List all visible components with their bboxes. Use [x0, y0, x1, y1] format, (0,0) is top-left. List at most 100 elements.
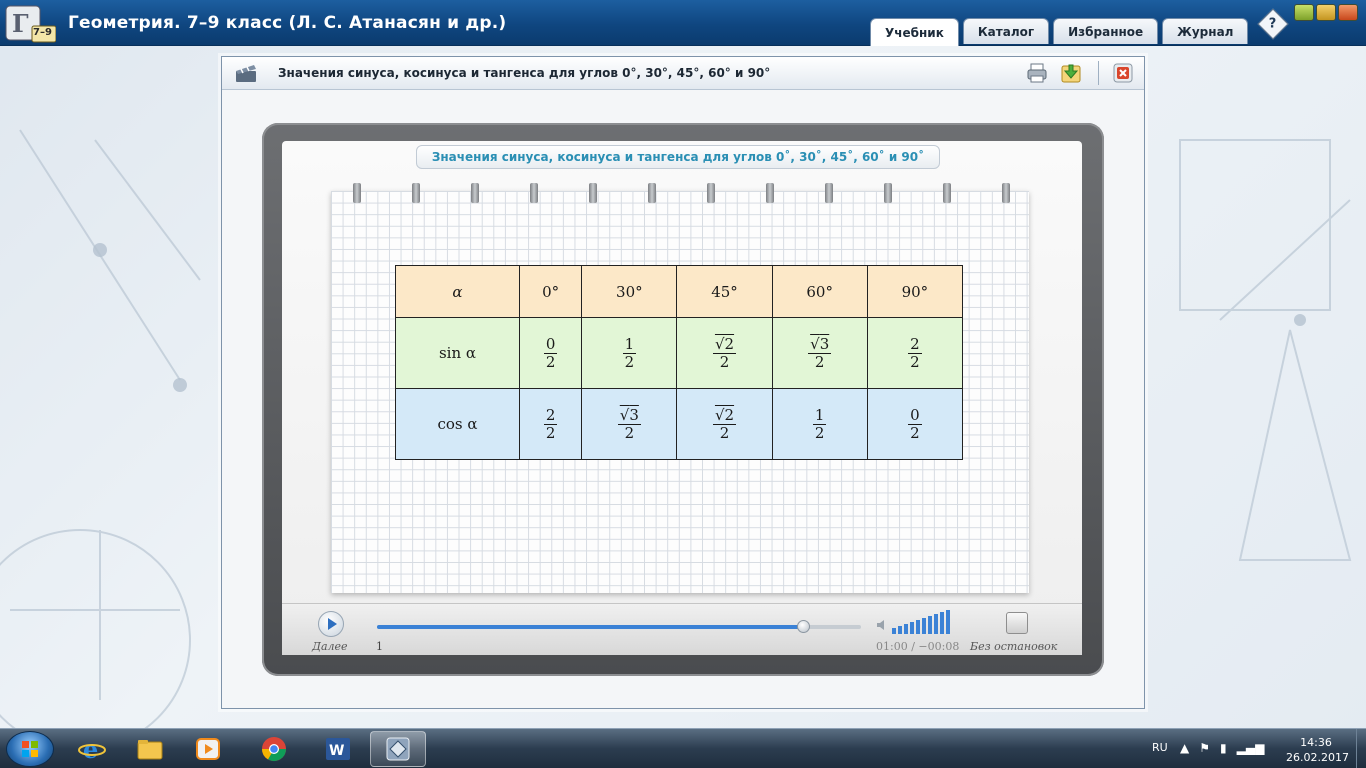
- volume-bar: [898, 626, 902, 634]
- network-signal-icon[interactable]: ▂▄▆: [1237, 741, 1265, 755]
- geometry-app-icon: [386, 737, 410, 761]
- fraction-value: 32: [617, 406, 641, 443]
- battery-icon[interactable]: ▮: [1220, 741, 1227, 755]
- start-button[interactable]: [6, 731, 54, 767]
- folder-icon: [137, 740, 163, 760]
- table-header-row: α 0° 30° 45° 60° 90°: [395, 265, 964, 318]
- close-icon[interactable]: [1112, 62, 1134, 84]
- help-icon: ?: [1269, 16, 1277, 32]
- dialog-header: Значения синуса, косинуса и тангенса для…: [222, 57, 1144, 90]
- show-desktop-button[interactable]: [1356, 729, 1366, 768]
- volume-bar: [934, 614, 938, 634]
- volume-bar: [940, 612, 944, 634]
- dialog-title: Значения синуса, косинуса и тангенса для…: [278, 66, 771, 80]
- svg-text:W: W: [329, 743, 344, 759]
- help-button[interactable]: ?: [1257, 8, 1289, 40]
- sin-value-cell: 22: [866, 317, 964, 389]
- fraction-value: 22: [543, 405, 558, 442]
- tab-favorites[interactable]: Избранное: [1053, 18, 1159, 44]
- taskbar-geometry-app[interactable]: [370, 731, 426, 767]
- taskbar-media-player[interactable]: [180, 731, 236, 767]
- angle-cell: 90°: [866, 265, 964, 318]
- fraction-value: 22: [908, 334, 922, 371]
- sin-value-cell: 32: [771, 317, 868, 389]
- progress-fill: [377, 625, 803, 629]
- taskbar-internet-explorer[interactable]: e: [64, 731, 120, 767]
- fraction-value: 02: [908, 405, 922, 442]
- cos-value-cell: 12: [771, 388, 868, 460]
- film-clapper-icon: [236, 65, 256, 82]
- speaker-icon[interactable]: [876, 619, 888, 631]
- cos-row: cos α 22 32 22 12 02: [395, 388, 964, 460]
- whiteboard-surface: Значения синуса, косинуса и тангенса для…: [282, 141, 1082, 655]
- whiteboard: Значения синуса, косинуса и тангенса для…: [262, 123, 1104, 676]
- word-icon: W: [326, 738, 350, 760]
- play-next-button[interactable]: [318, 611, 344, 637]
- sin-value-cell: 22: [676, 317, 773, 389]
- internet-explorer-icon: e: [78, 736, 106, 762]
- binder-ring: [825, 183, 833, 203]
- binder-ring: [353, 183, 361, 203]
- next-label: Далее: [312, 640, 348, 653]
- minimize-button[interactable]: [1294, 4, 1314, 21]
- volume-bar: [946, 610, 950, 634]
- binder-ring: [766, 183, 774, 203]
- close-window-button[interactable]: [1338, 4, 1358, 21]
- taskbar: e W RU ▲ ⚑ ▮ ▂▄▆ 14:36 26.02.2017: [0, 728, 1366, 768]
- header-separator: [1098, 61, 1099, 85]
- binder-ring: [471, 183, 479, 203]
- content-dialog: Значения синуса, косинуса и тангенса для…: [221, 56, 1145, 709]
- grid-paper-sheet: α 0° 30° 45° 60° 90° sin α 02 12 22 32 2…: [331, 183, 1029, 593]
- language-indicator[interactable]: RU: [1152, 741, 1168, 754]
- volume-bar: [916, 620, 920, 634]
- volume-control[interactable]: [892, 608, 950, 634]
- progress-knob[interactable]: [796, 620, 810, 633]
- volume-bar: [892, 628, 896, 634]
- app-title: Геометрия. 7–9 класс (Л. С. Атанасян и д…: [68, 13, 507, 33]
- binder-ring: [884, 183, 892, 203]
- angle-cell: 30°: [581, 265, 678, 318]
- window-controls: [1294, 4, 1358, 21]
- binder-ring: [1002, 183, 1010, 203]
- time-display: 01:00 / −00:08: [876, 640, 960, 653]
- maximize-button[interactable]: [1316, 4, 1336, 21]
- sin-value-cell: 02: [518, 317, 583, 389]
- tab-catalog[interactable]: Каталог: [962, 18, 1050, 44]
- binder-ring: [707, 183, 715, 203]
- trig-values-table: α 0° 30° 45° 60° 90° sin α 02 12 22 32 2…: [395, 265, 964, 460]
- fraction-value: 02: [543, 334, 558, 371]
- board-title: Значения синуса, косинуса и тангенса для…: [416, 145, 940, 169]
- svg-text:e: e: [83, 736, 98, 762]
- flag-icon[interactable]: ⚑: [1199, 741, 1210, 755]
- taskbar-explorer[interactable]: [122, 731, 178, 767]
- cos-value-cell: 02: [866, 388, 964, 460]
- media-player-icon: [196, 738, 220, 760]
- print-icon[interactable]: [1026, 62, 1048, 84]
- app-header: Г 7–9 Геометрия. 7–9 класс (Л. С. Атанас…: [0, 0, 1366, 46]
- angle-cell: 45°: [676, 265, 773, 318]
- taskbar-word[interactable]: W: [310, 731, 366, 767]
- sin-row: sin α 02 12 22 32 22: [395, 317, 964, 389]
- binder-ring: [589, 183, 597, 203]
- show-hidden-icons-icon[interactable]: ▲: [1180, 741, 1189, 755]
- system-clock[interactable]: 14:36 26.02.2017: [1286, 735, 1349, 765]
- tab-textbook[interactable]: Учебник: [870, 18, 959, 46]
- sin-value-cell: 12: [581, 317, 678, 389]
- player-controls: Далее 1 01:00 / −00:08 Без остановок: [282, 603, 1082, 655]
- angle-header-cell: α: [395, 265, 520, 318]
- nonstop-checkbox[interactable]: [1006, 612, 1028, 634]
- progress-slider[interactable]: [377, 620, 861, 633]
- nonstop-label: Без остановок: [970, 640, 1058, 653]
- windows-logo-icon: [22, 741, 38, 757]
- page-number: 1: [376, 640, 383, 653]
- binder-ring: [943, 183, 951, 203]
- tab-journal[interactable]: Журнал: [1162, 18, 1249, 44]
- save-download-icon[interactable]: [1060, 62, 1082, 84]
- angle-cell: 60°: [771, 265, 868, 318]
- cos-label-cell: cos α: [395, 388, 520, 460]
- clock-time: 14:36: [1300, 736, 1332, 749]
- fraction-value: 12: [622, 334, 637, 371]
- fraction-value: 12: [812, 405, 827, 442]
- binder-ring: [412, 183, 420, 203]
- taskbar-chrome[interactable]: [246, 731, 302, 767]
